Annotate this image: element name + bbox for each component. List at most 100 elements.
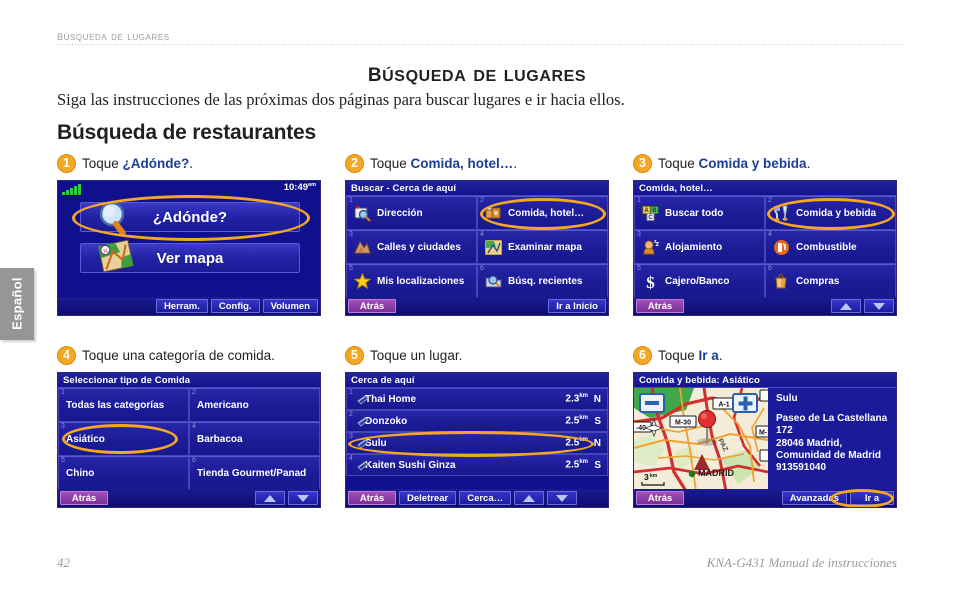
- lodging-icon: z z: [642, 239, 660, 256]
- back-button[interactable]: Atrás: [60, 491, 108, 505]
- footer-document-title: KNA-G431 Manual de instrucciones: [706, 555, 897, 570]
- footer-page-number: 42: [57, 555, 70, 570]
- back-button[interactable]: Atrás: [636, 299, 684, 313]
- menu-item-examinar-mapa[interactable]: 4 Examinar mapa: [477, 230, 608, 264]
- scroll-up-button[interactable]: [514, 491, 545, 505]
- back-button[interactable]: Atrás: [348, 491, 396, 505]
- step-2-text: Toque Comida, hotel….: [370, 156, 517, 171]
- step-6-caption: 6 Toque Ir a.: [633, 344, 923, 366]
- volume-button[interactable]: Volumen: [262, 299, 318, 313]
- step-1: 1 Toque ¿Adónde?. 10:49am ¿Adónde? Ver m…: [57, 152, 347, 316]
- menu-index: 4: [192, 423, 196, 430]
- menu-item-compras[interactable]: 6 Compras: [765, 264, 896, 298]
- menu-item-tienda-gourmet[interactable]: 6 Tienda Gourmet/Panad: [189, 456, 320, 490]
- tools-button[interactable]: Herram.: [155, 299, 208, 313]
- svg-text:km: km: [650, 473, 658, 479]
- menu-item-barbacoa[interactable]: 4 Barbacoa: [189, 422, 320, 456]
- menu-item-mis-localizaciones[interactable]: 5 Mis localizaciones: [346, 264, 477, 298]
- menu-item-americano[interactable]: 2 Americano: [189, 388, 320, 422]
- advanced-button[interactable]: Avanzadas: [781, 491, 847, 505]
- view-map-label: Ver mapa: [156, 249, 224, 267]
- step-1-suffix: .: [189, 155, 194, 171]
- menu-item-busq-recientes[interactable]: 6 Búsq. recientes: [477, 264, 608, 298]
- scroll-up-button[interactable]: [831, 299, 861, 313]
- menu-item-direccion[interactable]: 1 Dirección: [346, 196, 477, 230]
- clock-meridiem: am: [308, 182, 316, 188]
- zoom-out-button[interactable]: [639, 393, 665, 413]
- scroll-up-button[interactable]: [255, 491, 285, 505]
- plus-icon: [738, 396, 752, 410]
- browse-map-icon: [485, 239, 502, 256]
- menu-item-todas-categorias[interactable]: 1 Todas las categorías: [58, 388, 189, 422]
- chevron-down-icon: [556, 494, 569, 502]
- menu-item-alojamiento[interactable]: 3 z z Alojamiento: [634, 230, 765, 264]
- settings-button[interactable]: Config.: [210, 299, 260, 313]
- scroll-down-button[interactable]: [288, 491, 318, 505]
- back-button[interactable]: Atrás: [348, 299, 396, 313]
- step-4-prefix: Toque una categoría de comida.: [82, 347, 275, 363]
- step-4: 4 Toque una categoría de comida. Selecci…: [57, 344, 347, 508]
- scroll-down-button[interactable]: [864, 299, 894, 313]
- address-line-1: Paseo de La Castellana: [776, 413, 888, 425]
- list-item[interactable]: 2 Donzoko 2.5km S: [346, 410, 608, 432]
- menu-index: 3: [349, 231, 353, 238]
- menu-item-buscar-todo[interactable]: 1 A B C Buscar todo: [634, 196, 765, 230]
- list-item[interactable]: 4 Kaiten Sushi Ginza 2.5km S: [346, 454, 608, 476]
- step-2: 2 Toque Comida, hotel…. Buscar - Cerca d…: [345, 152, 635, 316]
- search-menu-grid: 1 Dirección 2 Comida, hotel… 3 Calles y …: [346, 196, 608, 298]
- list-index: 3: [349, 433, 353, 440]
- scroll-down-button[interactable]: [547, 491, 578, 505]
- list-index: 4: [349, 455, 353, 462]
- distance-unit: km: [579, 393, 588, 400]
- bar-spacer: [687, 491, 779, 505]
- map-view[interactable]: MADRID M-30 A-1 -40 M- PAZ 3 km: [634, 388, 768, 491]
- menu-label: Combustible: [796, 241, 857, 253]
- menu-item-combustible[interactable]: 4 Combustible: [765, 230, 896, 264]
- dollar-sign-icon: $: [642, 273, 659, 292]
- menu-item-cajero-banco[interactable]: 5 $ Cajero/Banco: [634, 264, 765, 298]
- screen-title: Seleccionar tipo de Comida: [58, 373, 320, 388]
- menu-item-chino[interactable]: 5 Chino: [58, 456, 189, 490]
- go-home-button[interactable]: Ir a Inicio: [548, 299, 606, 313]
- step-6-suffix: .: [718, 347, 723, 363]
- menu-index: 4: [480, 231, 484, 238]
- menu-item-calles-ciudades[interactable]: 3 Calles y ciudades: [346, 230, 477, 264]
- zoom-in-button[interactable]: [732, 393, 758, 413]
- step-3-prefix: Toque: [658, 155, 699, 171]
- near-button[interactable]: Cerca…: [459, 491, 512, 505]
- step-6-bold: Ir a: [698, 347, 719, 363]
- place-distance: 2.5km: [565, 415, 588, 426]
- place-direction: S: [594, 459, 601, 471]
- menu-index: 3: [637, 231, 641, 238]
- list-item[interactable]: 1 Thai Home 2.3km N: [346, 388, 608, 410]
- spell-button[interactable]: Deletrear: [399, 491, 457, 505]
- menu-index: 6: [768, 265, 772, 272]
- step-6-prefix: Toque: [658, 347, 699, 363]
- svg-text:A-1: A-1: [718, 402, 729, 409]
- menu-label: Chino: [66, 467, 95, 479]
- step-3-text: Toque Comida y bebida.: [658, 156, 810, 171]
- place-list-bottom-bar: Atrás Deletrear Cerca…: [346, 489, 608, 507]
- category-menu-grid: 1 A B C Buscar todo 2 Comida y bebida 3 …: [634, 196, 896, 298]
- go-to-button[interactable]: Ir a: [850, 491, 894, 505]
- menu-label: Tienda Gourmet/Panad: [197, 467, 307, 479]
- menu-item-asiatico[interactable]: 3 Asiático: [58, 422, 189, 456]
- star-icon: [353, 272, 372, 290]
- place-direction: S: [594, 415, 601, 427]
- place-name: Thai Home: [365, 393, 417, 405]
- step-4-text: Toque una categoría de comida.: [82, 348, 275, 363]
- list-item[interactable]: 3 Sulu 2.5km N: [346, 432, 608, 454]
- menu-index: 1: [637, 197, 641, 204]
- place-distance: 2.5km: [565, 459, 588, 470]
- back-button[interactable]: Atrás: [636, 491, 684, 505]
- step-2-caption: 2 Toque Comida, hotel….: [345, 152, 635, 174]
- step-4-caption: 4 Toque una categoría de comida.: [57, 344, 347, 366]
- place-list: 1 Thai Home 2.3km N 2 Donzoko 2.5km S 3 …: [346, 388, 608, 476]
- step-1-bold: ¿Adónde?: [122, 155, 190, 171]
- device-screen-home: 10:49am ¿Adónde? Ver mapa N Herram. Conf…: [57, 180, 321, 316]
- step-3-number: 3: [633, 153, 652, 173]
- menu-item-comida-y-bebida[interactable]: 2 Comida y bebida: [765, 196, 896, 230]
- menu-label: Calles y ciudades: [377, 241, 461, 253]
- shopping-bag-icon: [773, 273, 790, 290]
- menu-item-comida-hotel[interactable]: 2 Comida, hotel…: [477, 196, 608, 230]
